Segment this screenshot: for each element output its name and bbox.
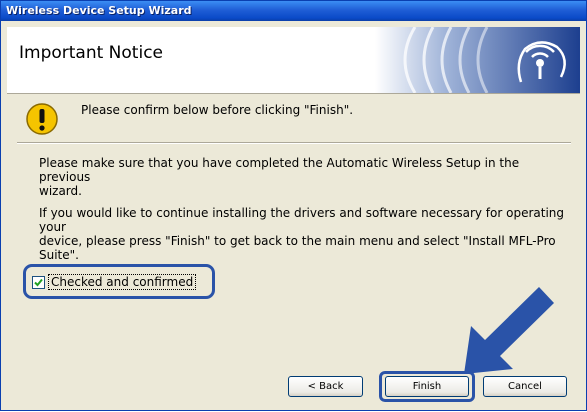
paragraph-1-line-2: wizard. — [39, 184, 82, 198]
checkmark-icon — [34, 278, 43, 287]
checkbox-label[interactable]: Checked and confirmed — [48, 274, 197, 290]
checkbox-box[interactable] — [32, 276, 45, 289]
page-title: Important Notice — [19, 43, 163, 63]
warning-icon — [26, 103, 58, 135]
window-title: Wireless Device Setup Wizard — [6, 4, 192, 17]
notice-row: Please confirm below before clicking "Fi… — [11, 99, 576, 141]
wireless-icon — [375, 27, 580, 93]
paragraph-2-line-3: Suite". — [39, 248, 79, 262]
cancel-button[interactable]: Cancel — [483, 376, 567, 397]
divider — [17, 142, 571, 144]
paragraph-2-line-2: device, please press "Finish" to get bac… — [39, 234, 556, 248]
header-banner: Important Notice — [7, 27, 580, 94]
finish-button[interactable]: Finish — [385, 376, 469, 397]
notice-text: Please confirm below before clicking "Fi… — [81, 103, 354, 117]
paragraph-1-line-1: Please make sure that you have completed… — [39, 156, 520, 184]
paragraph-2-line-1: If you would like to continue installing… — [39, 206, 564, 234]
title-bar[interactable]: Wireless Device Setup Wizard — [1, 1, 586, 21]
back-button[interactable]: < Back — [288, 376, 363, 397]
paragraph-1: Please make sure that you have completed… — [39, 156, 569, 198]
wizard-window: Wireless Device Setup Wizard Important N… — [0, 0, 587, 411]
paragraph-2: If you would like to continue installing… — [39, 206, 569, 262]
